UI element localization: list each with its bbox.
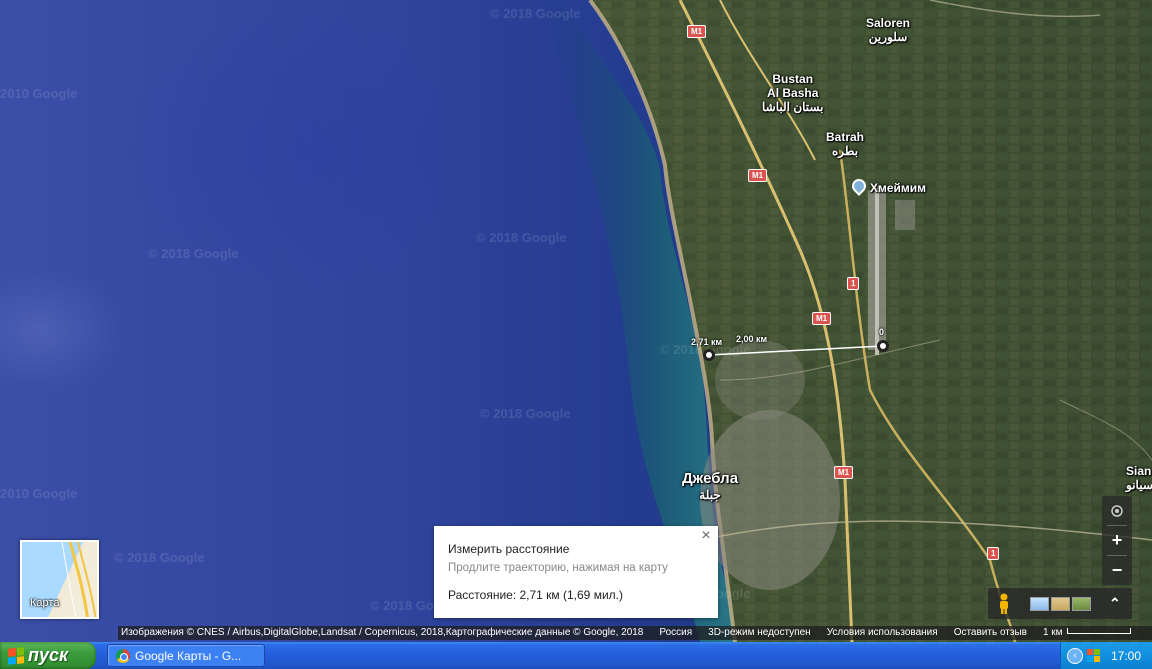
layer-thumb-terrain[interactable]: [1051, 596, 1070, 611]
measure-point-end[interactable]: [703, 349, 715, 361]
place-name: Sian: [1126, 464, 1152, 478]
measure-end-label: 0: [879, 327, 885, 337]
road-badge-m1: M1: [748, 169, 768, 182]
country-link[interactable]: Россия: [659, 626, 692, 640]
road-badge-1: 1: [987, 547, 1000, 560]
system-tray: ‹ 17:00: [1060, 642, 1152, 669]
place-name-arabic: بستان الباشا: [762, 100, 824, 114]
layer-thumb-satellite[interactable]: [1072, 596, 1091, 611]
layer-bar: ⌃: [988, 588, 1132, 619]
map-watermark: © 2018 Google: [148, 246, 239, 261]
map-controls: + −: [1102, 496, 1132, 585]
3d-mode-status: 3D-режим недоступен: [708, 627, 811, 638]
attribution-bar: Изображения © CNES / Airbus,DigitalGlobe…: [118, 626, 1152, 640]
zoom-out-button[interactable]: −: [1102, 556, 1132, 585]
map-watermark: 2010 Google: [0, 86, 78, 101]
road-badge-m1: M1: [812, 312, 832, 325]
place-label-khmeimim[interactable]: Хмеймим: [870, 181, 926, 195]
location-icon: [1111, 504, 1123, 517]
place-name: Хмеймим: [870, 181, 927, 195]
map-watermark: © 2018 Google: [114, 550, 205, 565]
measure-distance-popup: × Измерить расстояние Продлите траектори…: [434, 526, 718, 618]
measure-segment-label: 2,00 км: [736, 334, 768, 344]
road-badge-1: 1: [847, 277, 860, 290]
taskbar: пуск Google Карты - G... ‹ 17:00: [0, 642, 1152, 669]
windows-flag-icon: [8, 646, 24, 665]
collapse-chevron-icon[interactable]: ⌃: [1109, 595, 1121, 612]
taskbar-item-chrome[interactable]: Google Карты - G...: [107, 644, 265, 667]
popup-title: Измерить расстояние: [448, 542, 570, 556]
place-name: Bustan Al Basha: [767, 72, 819, 100]
zoom-in-button[interactable]: +: [1102, 526, 1132, 555]
pegman-street-view-button[interactable]: [994, 592, 1014, 616]
place-label-sian[interactable]: Sian سيانو: [1126, 464, 1152, 492]
road-badge-m1: M1: [834, 466, 854, 479]
imagery-attribution: Изображения © CNES / Airbus,DigitalGlobe…: [121, 627, 644, 638]
place-name: Джебла: [682, 470, 739, 487]
windows-flag-tray-icon[interactable]: [1087, 648, 1101, 663]
taskbar-item-label: Google Карты - G...: [135, 648, 242, 663]
my-location-button[interactable]: [1102, 496, 1132, 525]
scale-label[interactable]: 1 км: [1043, 626, 1063, 640]
start-button[interactable]: пуск: [0, 642, 96, 669]
screen: © 2018 Google 2010 Google © 2018 Google …: [0, 0, 1152, 669]
place-name-arabic: سلورين: [868, 30, 908, 44]
map-watermark: © 2018 Google: [480, 406, 571, 421]
start-label: пуск: [28, 645, 69, 665]
layer-thumb-map[interactable]: [1030, 596, 1049, 611]
place-label-bustan-al-basha[interactable]: Bustan Al Basha بستان الباشا: [762, 72, 823, 114]
road-badge-m1: M1: [687, 25, 707, 38]
scale-bar: [1066, 628, 1131, 634]
satellite-map[interactable]: © 2018 Google 2010 Google © 2018 Google …: [0, 0, 1152, 642]
tray-expand-icon[interactable]: ‹: [1067, 647, 1083, 664]
terms-link[interactable]: Условия использования: [827, 626, 938, 640]
place-name: Saloren: [866, 16, 911, 30]
map-watermark: © 2018 Google: [490, 6, 581, 21]
place-name: Batrah: [826, 130, 865, 144]
popup-distance: Расстояние: 2,71 км (1,69 мил.): [448, 588, 623, 602]
place-name-arabic: سيانو: [1126, 478, 1152, 492]
measure-point-start[interactable]: [877, 340, 889, 352]
map-type-toggle[interactable]: Карта: [20, 540, 99, 619]
place-label-jableh[interactable]: Джебла جبلة: [682, 470, 738, 504]
place-name-arabic: بطره: [831, 144, 859, 158]
place-name-arabic: جبلة: [699, 488, 721, 502]
map-watermark: 2010 Google: [0, 486, 78, 501]
feedback-link[interactable]: Оставить отзыв: [954, 626, 1027, 640]
place-label-saloren[interactable]: Saloren سلورين: [866, 16, 910, 44]
popup-hint: Продлите траекторию, нажимая на карту: [448, 562, 668, 574]
close-icon[interactable]: ×: [698, 528, 714, 544]
chrome-icon: [116, 648, 130, 663]
map-watermark: © 2018 Google: [476, 230, 567, 245]
measure-total-label: 2,71 км: [691, 337, 723, 347]
pegman-icon: [1000, 593, 1008, 614]
clock[interactable]: 17:00: [1111, 649, 1141, 663]
place-label-batrah[interactable]: Batrah بطره: [826, 130, 864, 158]
minimap-label: Карта: [30, 597, 60, 609]
